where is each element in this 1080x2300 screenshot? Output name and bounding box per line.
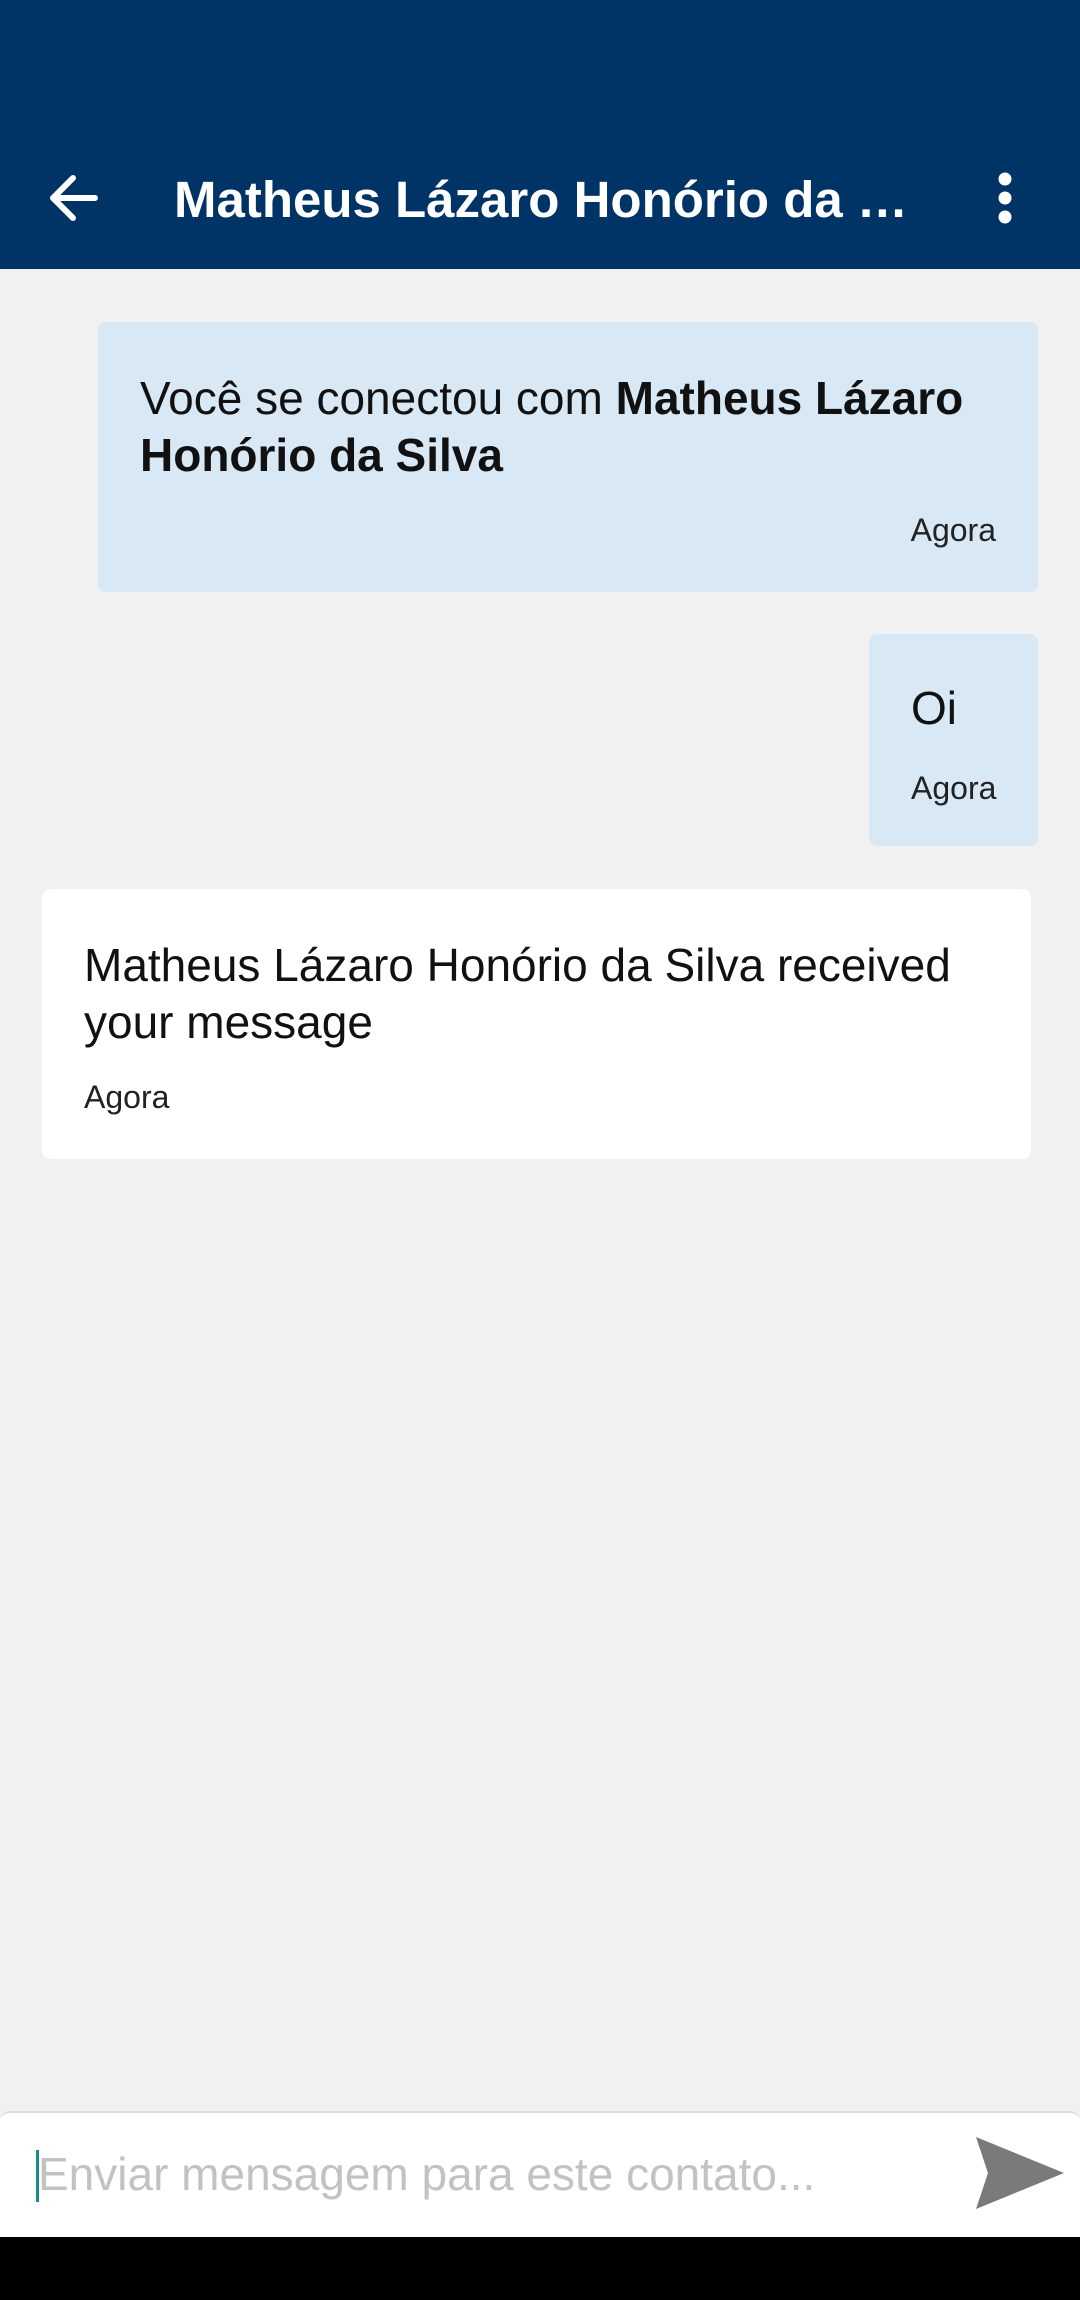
send-icon [974,2135,1066,2216]
message-timestamp: Agora [910,512,996,548]
message-timestamp: Agora [911,770,997,806]
arrow-left-icon [47,174,99,227]
incoming-message-bubble[interactable]: Matheus Lázaro Honório da Silva received… [42,889,1031,1159]
app-bar: Matheus Lázaro Honório da Silva [0,130,1080,269]
connection-notice-text: Você se conectou com Matheus Lázaro Honó… [140,370,996,484]
more-vertical-icon [995,172,1015,229]
back-button[interactable] [30,165,116,235]
conversation-title: Matheus Lázaro Honório da Silva [174,171,909,228]
message-text: Oi [911,682,957,734]
message-text: Matheus Lázaro Honório da Silva received… [84,939,951,1048]
message-composer [0,2111,1080,2237]
status-bar [0,0,1080,130]
send-button[interactable] [972,2133,1068,2217]
connection-notice-bubble: Você se conectou com Matheus Lázaro Honó… [98,322,1038,592]
message-input[interactable] [34,2131,958,2217]
outgoing-message-bubble[interactable]: Oi Agora [869,634,1038,846]
connection-notice-prefix: Você se conectou com [140,372,616,424]
overflow-menu-button[interactable] [970,160,1040,240]
system-navigation-bar [0,2237,1080,2300]
message-timestamp: Agora [84,1079,170,1115]
